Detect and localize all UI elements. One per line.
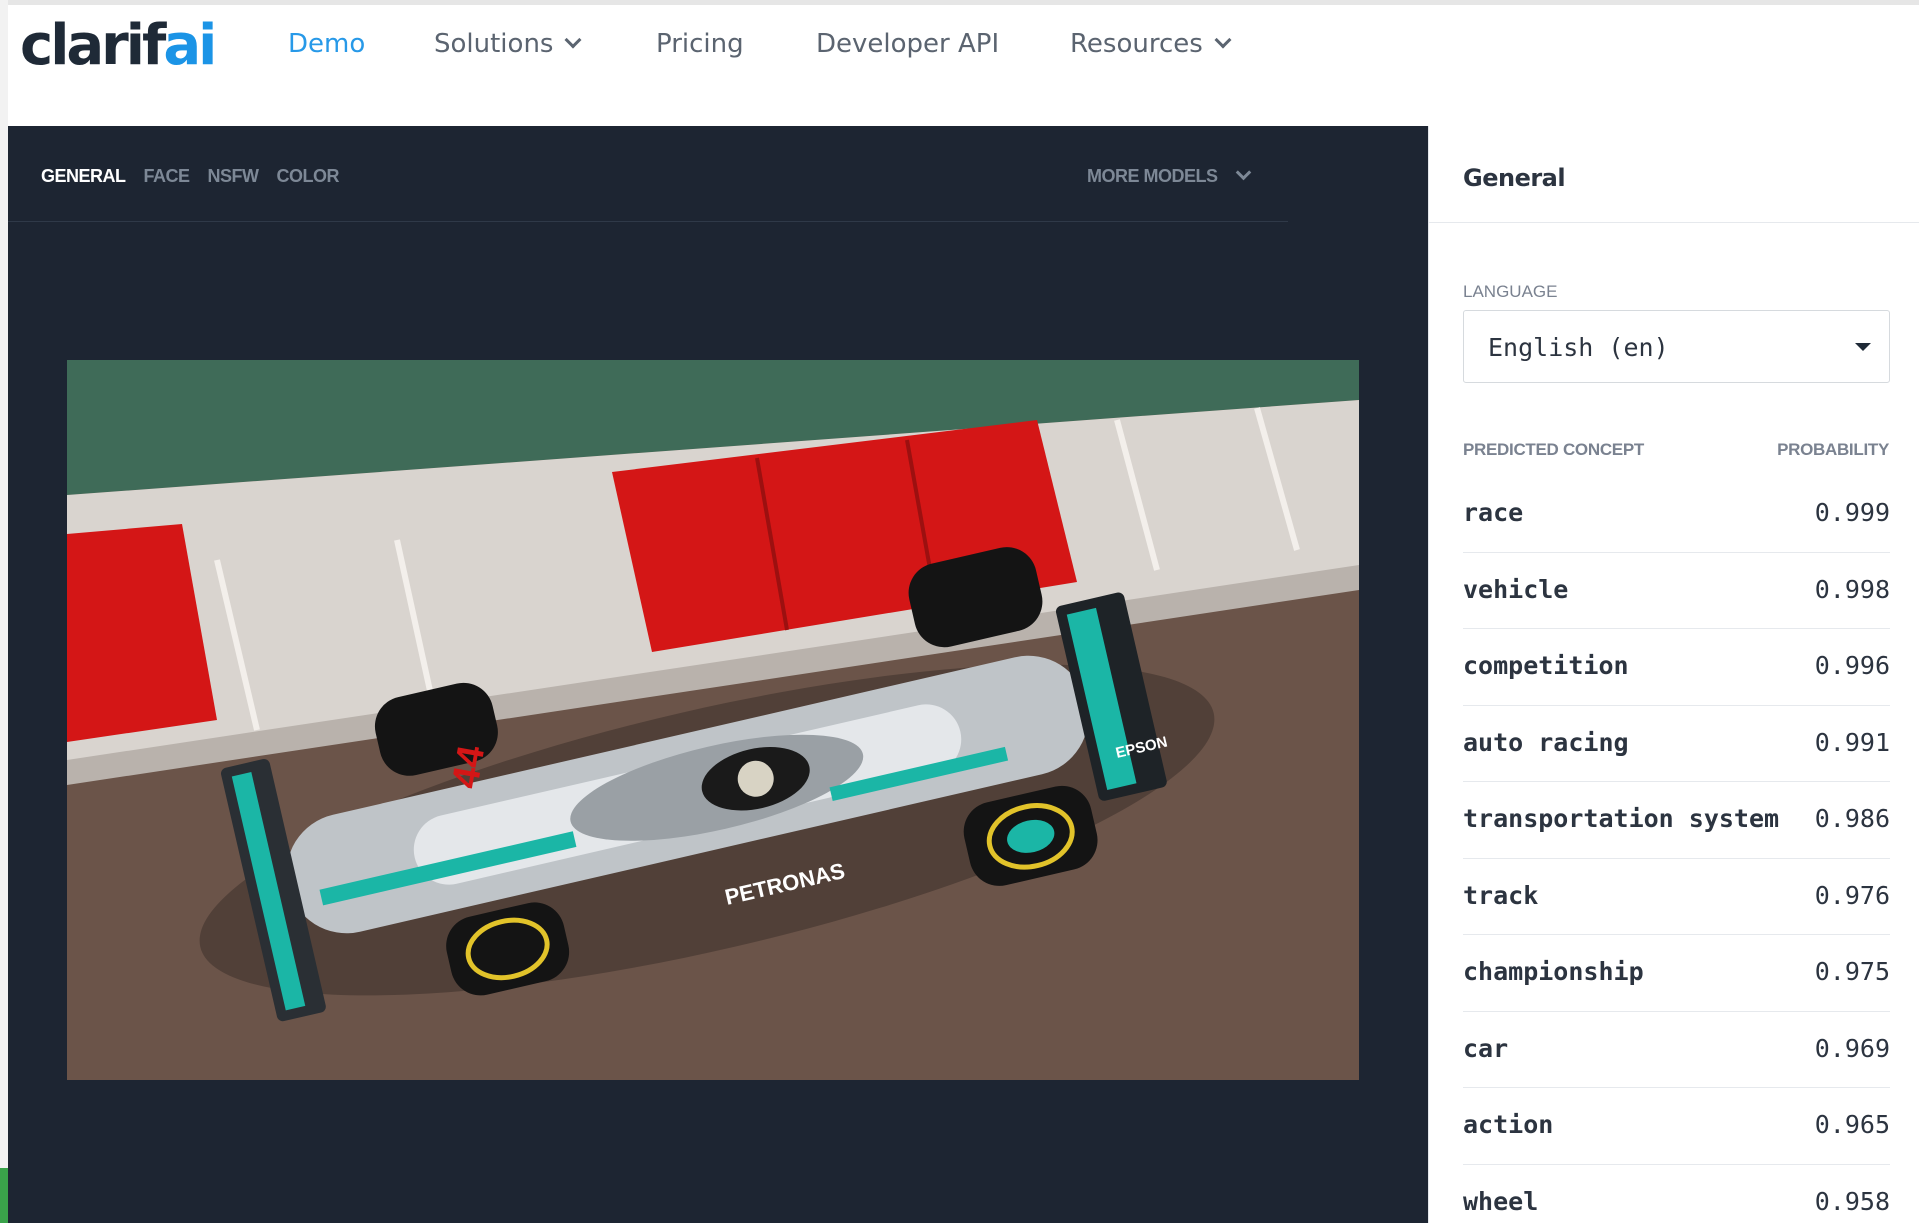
concept-column-header: PREDICTED CONCEPT bbox=[1463, 440, 1644, 459]
concept-name: track bbox=[1463, 880, 1539, 910]
logo-accent-text: ai bbox=[163, 13, 217, 78]
prediction-row: car 0.969 bbox=[1463, 1012, 1890, 1088]
concept-name: competition bbox=[1463, 651, 1629, 680]
tab-nsfw[interactable]: NSFW bbox=[208, 166, 260, 187]
more-models-label: MORE MODELS bbox=[1087, 166, 1218, 186]
logo-text: clarif bbox=[20, 13, 166, 78]
concept-name: car bbox=[1463, 1033, 1509, 1063]
concept-probability: 0.976 bbox=[1814, 880, 1890, 910]
tab-color[interactable]: COLOR bbox=[277, 166, 340, 187]
concept-probability: 0.965 bbox=[1814, 1110, 1890, 1139]
prediction-row: action 0.965 bbox=[1463, 1088, 1890, 1165]
model-tabs: GENERAL FACE NSFW COLOR bbox=[41, 166, 357, 187]
tab-divider bbox=[8, 221, 1288, 222]
prediction-row: transportation system 0.986 bbox=[1463, 782, 1890, 859]
prediction-row: championship 0.975 bbox=[1463, 935, 1890, 1012]
concept-probability: 0.996 bbox=[1814, 651, 1890, 680]
results-title: General bbox=[1463, 164, 1566, 192]
language-select[interactable]: English (en) bbox=[1463, 310, 1890, 383]
car-number-text: 44 bbox=[445, 743, 494, 792]
prediction-row: auto racing 0.991 bbox=[1463, 706, 1890, 782]
prediction-row: track 0.976 bbox=[1463, 859, 1890, 935]
prediction-row: competition 0.996 bbox=[1463, 629, 1890, 706]
top-navigation: clarifai Demo Solutions Pricing Develope… bbox=[8, 5, 1919, 126]
left-border bbox=[0, 0, 8, 1223]
predictions-list: race 0.999 vehicle 0.998 competition 0.9… bbox=[1463, 476, 1890, 1223]
results-divider bbox=[1429, 222, 1919, 223]
concept-name: vehicle bbox=[1463, 574, 1569, 604]
nav-demo[interactable]: Demo bbox=[288, 29, 365, 59]
concept-name: action bbox=[1463, 1110, 1554, 1139]
nav-resources[interactable]: Resources bbox=[1070, 29, 1232, 59]
language-select-value: English (en) bbox=[1488, 333, 1669, 362]
prediction-row: race 0.999 bbox=[1463, 476, 1890, 553]
concept-probability: 0.999 bbox=[1814, 498, 1890, 527]
nav-developer-api-label: Developer API bbox=[816, 29, 1000, 59]
concept-name: wheel bbox=[1463, 1186, 1539, 1216]
chevron-down-icon bbox=[564, 31, 582, 49]
clarifai-logo[interactable]: clarifai bbox=[20, 13, 217, 78]
nav-solutions-label: Solutions bbox=[434, 29, 554, 59]
prediction-row: vehicle 0.998 bbox=[1463, 553, 1890, 629]
nav-pricing-label: Pricing bbox=[656, 29, 744, 59]
concept-probability: 0.986 bbox=[1814, 804, 1890, 833]
probability-column-header: PROBABILITY bbox=[1777, 440, 1889, 459]
concept-probability: 0.969 bbox=[1814, 1033, 1890, 1063]
concept-name: auto racing bbox=[1463, 727, 1629, 757]
language-label: LANGUAGE bbox=[1463, 282, 1558, 301]
nav-pricing[interactable]: Pricing bbox=[656, 29, 744, 59]
concept-name: transportation system bbox=[1463, 804, 1780, 833]
race-car-photo: 44 PETRONAS EPSON bbox=[67, 360, 1359, 1080]
caret-down-icon bbox=[1855, 343, 1871, 351]
chevron-down-icon bbox=[1235, 164, 1251, 181]
nav-demo-label: Demo bbox=[288, 29, 366, 59]
concept-probability: 0.975 bbox=[1814, 957, 1890, 986]
concept-name: race bbox=[1463, 498, 1524, 527]
nav-resources-label: Resources bbox=[1070, 29, 1203, 59]
concept-probability: 0.991 bbox=[1814, 727, 1890, 757]
prediction-row: wheel 0.958 bbox=[1463, 1165, 1890, 1223]
demo-panel: GENERAL FACE NSFW COLOR MORE MODELS 44 P… bbox=[8, 126, 1428, 1223]
concept-name: championship bbox=[1463, 957, 1644, 986]
more-models-dropdown[interactable]: MORE MODELS bbox=[1087, 164, 1251, 187]
tab-general[interactable]: GENERAL bbox=[41, 166, 126, 187]
chevron-down-icon bbox=[1214, 31, 1232, 49]
nav-solutions[interactable]: Solutions bbox=[434, 29, 582, 59]
results-panel: General LANGUAGE English (en) PREDICTED … bbox=[1428, 126, 1919, 1223]
nav-developer-api[interactable]: Developer API bbox=[816, 29, 999, 59]
concept-probability: 0.998 bbox=[1814, 574, 1890, 604]
tab-face[interactable]: FACE bbox=[144, 166, 191, 187]
window-edge-indicator bbox=[0, 1168, 8, 1223]
concept-probability: 0.958 bbox=[1814, 1186, 1890, 1216]
